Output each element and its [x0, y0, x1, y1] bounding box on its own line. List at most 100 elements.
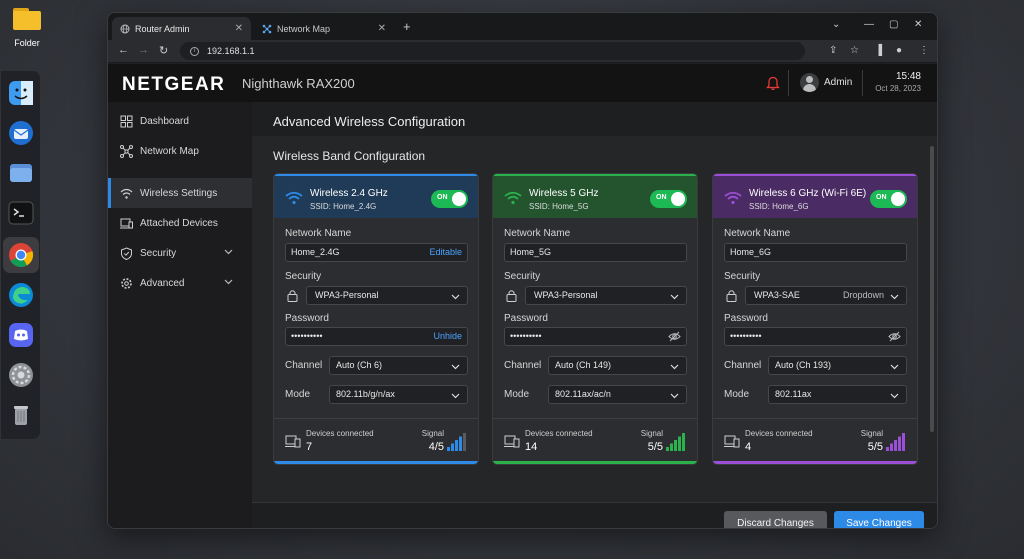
- signal-bars-icon: [447, 433, 466, 451]
- desktop-folder[interactable]: Folder: [8, 8, 46, 48]
- mode-value: 802.11ax/ac/n: [555, 389, 611, 399]
- header-divider: [862, 70, 863, 96]
- netgear-logo: NETGEAR: [122, 74, 226, 95]
- header-divider: [788, 70, 789, 96]
- finder-icon[interactable]: [7, 79, 35, 107]
- profile-icon[interactable]: ●: [896, 45, 902, 56]
- bookmark-star-icon[interactable]: ☆: [850, 45, 859, 56]
- devices-icon: [285, 435, 301, 448]
- password-input[interactable]: •••••••••• Unhide: [285, 327, 468, 346]
- menu-icon[interactable]: ⋮: [919, 45, 929, 56]
- discord-icon[interactable]: [7, 321, 35, 349]
- window-close-icon[interactable]: ✕: [914, 19, 922, 30]
- editable-link[interactable]: Editable: [429, 244, 462, 261]
- sidebar-item-label: Advanced: [140, 277, 185, 289]
- network-name-value: Home_6G: [730, 247, 772, 257]
- unhide-link[interactable]: Unhide: [433, 328, 462, 345]
- band-toggle[interactable]: ON: [650, 190, 687, 208]
- eye-off-icon[interactable]: [668, 331, 681, 342]
- discard-changes-button[interactable]: Discard Changes: [724, 511, 827, 528]
- back-icon[interactable]: ←: [118, 44, 129, 56]
- gear-icon: [121, 277, 132, 289]
- wifi-icon: [285, 191, 303, 205]
- sidebar-item-dashboard[interactable]: Dashboard: [108, 106, 252, 136]
- devices-connected-label: Devices connected: [306, 429, 374, 438]
- wifi-icon: [724, 191, 742, 205]
- close-icon[interactable]: ✕: [378, 23, 386, 34]
- tab-network-map[interactable]: Network Map ✕: [254, 17, 394, 40]
- network-name-input[interactable]: Home_6G: [724, 243, 907, 262]
- new-tab-button[interactable]: +: [403, 19, 411, 34]
- chrome-icon[interactable]: [3, 237, 39, 273]
- lock-icon: [287, 290, 298, 302]
- mode-select[interactable]: 802.11ax/ac/n: [548, 385, 687, 404]
- toggle-label: ON: [656, 194, 667, 201]
- band-card-2g: Wireless 2.4 GHz SSID: Home_2.4G ON Netw…: [273, 173, 479, 465]
- eye-off-icon[interactable]: [888, 331, 901, 342]
- app-header: NETGEAR Nighthawk RAX200 Admin 15:48 Oct…: [108, 64, 937, 102]
- files-icon[interactable]: [7, 159, 35, 187]
- url-text: 192.168.1.1: [207, 46, 255, 56]
- browser-window: Router Admin ✕ Network Map ✕ + ⌄ — ▢ ✕ ←…: [107, 12, 938, 529]
- security-select[interactable]: WPA3-Personal: [306, 286, 468, 305]
- channel-select[interactable]: Auto (Ch 149): [548, 356, 687, 375]
- security-select[interactable]: WPA3-SAE Dropdown: [745, 286, 907, 305]
- security-label: Security: [724, 271, 761, 282]
- sidebar-item-network-map[interactable]: Network Map: [108, 136, 252, 166]
- chevron-down-icon: [451, 294, 460, 300]
- sidebar-item-advanced[interactable]: Advanced: [108, 268, 252, 298]
- mode-value: 802.11ax: [775, 389, 812, 399]
- security-label: Security: [504, 271, 541, 282]
- minimize-icon[interactable]: —: [864, 19, 874, 30]
- band-toggle[interactable]: ON: [870, 190, 907, 208]
- save-changes-button[interactable]: Save Changes: [834, 511, 924, 528]
- forward-icon[interactable]: →: [138, 44, 149, 56]
- channel-select[interactable]: Auto (Ch 193): [768, 356, 907, 375]
- page-title-bar: Advanced Wireless Configuration: [252, 102, 937, 136]
- sidebar-item-wireless-settings[interactable]: Wireless Settings: [108, 178, 252, 208]
- sidebar-item-attached-devices[interactable]: Attached Devices: [108, 208, 252, 238]
- chevron-down-icon: [670, 294, 679, 300]
- settings-icon[interactable]: [7, 361, 35, 389]
- signal-bar: [455, 440, 458, 451]
- thunderbird-icon[interactable]: [7, 119, 35, 147]
- sidebar-item-label: Security: [140, 247, 177, 259]
- globe-icon: [120, 24, 130, 33]
- network-icon: [262, 24, 272, 33]
- sidebar-item-label: Attached Devices: [140, 217, 218, 229]
- share-icon[interactable]: ⇪: [829, 45, 837, 56]
- mode-label: Mode: [504, 389, 530, 400]
- address-bar[interactable]: i 192.168.1.1: [180, 42, 805, 60]
- user-name[interactable]: Admin: [824, 77, 852, 88]
- clock-date: Oct 28, 2023: [875, 84, 921, 93]
- sidebar-item-security[interactable]: Security: [108, 238, 252, 268]
- dashboard-icon: [120, 115, 133, 127]
- maximize-icon[interactable]: ▢: [889, 19, 898, 30]
- mode-select[interactable]: 802.11b/g/n/ax: [329, 385, 468, 404]
- channel-select[interactable]: Auto (Ch 6): [329, 356, 468, 375]
- clock: 15:48 Oct 28, 2023: [875, 71, 921, 93]
- trash-icon[interactable]: [7, 401, 35, 429]
- band-toggle[interactable]: ON: [431, 190, 468, 208]
- mode-select[interactable]: 802.11ax: [768, 385, 907, 404]
- terminal-icon[interactable]: [7, 199, 35, 227]
- security-value: WPA3-Personal: [534, 290, 598, 300]
- tab-search-icon[interactable]: ⌄: [832, 19, 840, 30]
- password-input[interactable]: ••••••••••: [504, 327, 687, 346]
- tab-router-admin[interactable]: Router Admin ✕: [112, 17, 251, 40]
- sidepanel-icon[interactable]: ▐: [875, 45, 882, 56]
- edge-icon[interactable]: [7, 281, 35, 309]
- tab-label: Router Admin: [135, 23, 190, 34]
- network-name-input[interactable]: Home_2.4G Editable: [285, 243, 468, 262]
- avatar[interactable]: [800, 73, 819, 92]
- site-info-icon[interactable]: i: [190, 46, 199, 56]
- security-select[interactable]: WPA3-Personal: [525, 286, 687, 305]
- network-name-input[interactable]: Home_5G: [504, 243, 687, 262]
- scrollbar[interactable]: [930, 146, 934, 432]
- router-model: Nighthawk RAX200: [242, 76, 355, 91]
- close-icon[interactable]: ✕: [235, 23, 243, 34]
- password-input[interactable]: ••••••••••: [724, 327, 907, 346]
- notification-bell-icon[interactable]: [766, 76, 780, 91]
- reload-icon[interactable]: ↻: [159, 44, 168, 57]
- card-divider: [493, 418, 697, 419]
